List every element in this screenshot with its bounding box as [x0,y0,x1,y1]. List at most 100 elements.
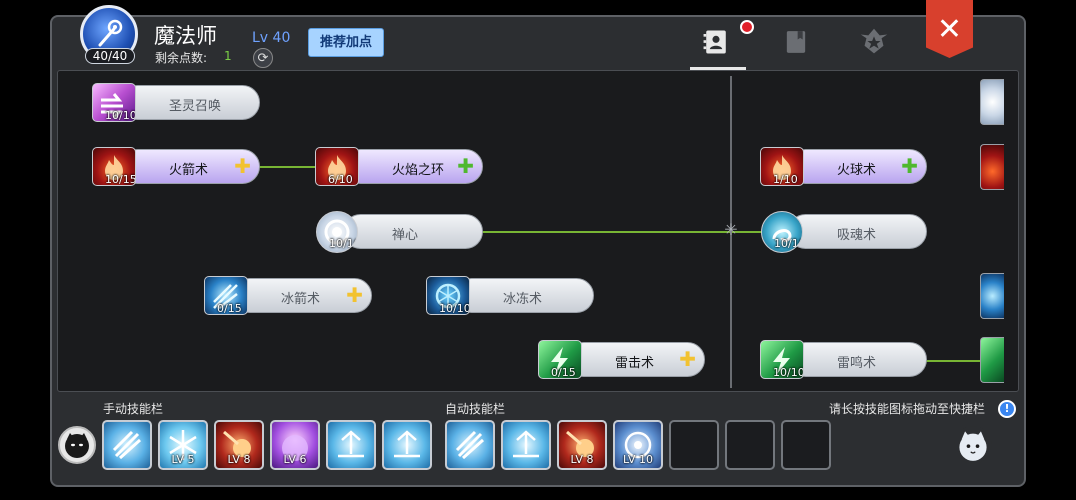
auto-slot-4[interactable]: LV 10 [613,420,663,470]
auto-slot-5[interactable] [669,420,719,470]
skill-node-ice-arrow[interactable]: 冰箭术 ✚ 0/15 [204,276,372,315]
add-point-plus-icon[interactable]: ✚ [346,285,363,305]
recommend-points-button[interactable]: 推荐加点 [308,28,384,57]
skill-node-soul-absorb[interactable]: 吸魂术 10/10 [760,211,927,253]
tab-skills[interactable] [698,24,734,60]
skill-name-bar[interactable]: 吸魂术 [788,214,927,249]
skill-link-line [925,360,981,362]
freeze-skill-icon[interactable]: 10/10 [426,276,470,315]
auto-slot-7[interactable] [781,420,831,470]
skill-level: 10/10 [105,109,136,122]
close-icon: ✕ [936,12,963,47]
water-fountain-icon [338,430,364,458]
manual-slot-3[interactable]: LV 8 [214,420,264,470]
add-point-plus-icon[interactable]: ✚ [457,156,474,176]
skill-name: 火箭术 [169,163,209,178]
skill-name: 冰冻术 [503,292,543,307]
skill-name: 雷鸣术 [837,356,877,371]
thunder-roar-skill-icon[interactable]: 10/10 [760,340,804,379]
skill-node-zen-mind[interactable]: 禅心 10/10 [315,211,483,253]
flame-ring-skill-icon[interactable]: 6/10 [315,147,359,186]
partial-skill-icon[interactable] [980,337,1004,383]
tab-book[interactable] [778,24,814,60]
fireball-skill-icon[interactable]: 1/10 [760,147,804,186]
slot-level: LV 8 [570,453,594,466]
water-fountain-icon [513,430,539,458]
skill-level: 1/10 [773,173,798,186]
slot-level: LV 6 [283,453,307,466]
skill-name-bar[interactable]: 圣灵召唤 [120,85,260,120]
thunder-strike-skill-icon[interactable]: 0/15 [538,340,582,379]
skill-node-thunder-roar[interactable]: 雷鸣术 10/10 [760,340,927,379]
skill-name: 雷击术 [615,356,655,371]
slot-level: LV 10 [623,453,653,466]
skill-screen: 40/40 魔法师 剩余点数: 1 Lv 40 ⟳ 推荐加点 ✕ ✳ 圣灵召唤 1… [0,0,1076,500]
holy-summon-skill-icon[interactable]: 10/10 [92,83,136,122]
skill-name: 圣灵召唤 [169,99,222,114]
skill-node-freeze[interactable]: 冰冻术 10/10 [426,276,594,315]
remaining-points-label: 剩余点数: [155,51,208,65]
skill-level: 0/15 [551,366,576,379]
skill-name-bar[interactable]: 冰箭术 ✚ [232,278,372,313]
partial-skill-icon[interactable] [980,79,1004,125]
remaining-points-value: 1 [224,49,232,63]
skill-name-bar[interactable]: 火焰之环 ✚ [343,149,483,184]
wind-blade-icon [455,430,485,460]
notification-dot [740,20,754,34]
skill-node-thunder-strike[interactable]: 雷击术 ✚ 0/15 [538,340,705,379]
skill-node-flame-ring[interactable]: 火焰之环 ✚ 6/10 [315,147,483,186]
drag-hint-text: 请长按技能图标拖动至快捷栏 [829,402,986,416]
reset-points-button[interactable]: ⟳ [253,48,273,68]
auto-slot-1[interactable] [445,420,495,470]
add-point-plus-icon[interactable]: ✚ [901,156,918,176]
soul-absorb-skill-icon[interactable]: 10/10 [761,211,803,253]
auto-slot-6[interactable] [725,420,775,470]
skill-name-bar[interactable]: 火球术 ✚ [788,149,927,184]
auto-slot-3[interactable]: LV 8 [557,420,607,470]
slot-level: LV 8 [227,453,251,466]
water-hands-icon [394,430,420,458]
info-icon[interactable]: ! [998,400,1016,418]
manual-bar-label: 手动技能栏 [103,402,164,416]
auto-mode-cat-icon[interactable] [954,426,992,464]
manual-slot-2[interactable]: LV 5 [158,420,208,470]
manual-slot-4[interactable]: LV 6 [270,420,320,470]
manual-slot-1[interactable] [102,420,152,470]
skill-name-bar[interactable]: 禅心 [343,214,483,249]
skill-level: 10/10 [774,237,803,250]
skill-level: 0/15 [217,302,242,315]
manual-mode-cat-icon[interactable] [58,426,96,464]
skill-link-line [258,166,318,168]
skill-name-bar[interactable]: 雷鸣术 [788,342,927,377]
manual-slot-5[interactable] [326,420,376,470]
bookmark-book-icon [786,31,806,53]
skill-name: 吸魂术 [837,228,877,243]
skill-name: 火焰之环 [392,163,445,178]
skill-node-holy-summon[interactable]: 圣灵召唤 10/10 [92,83,260,122]
tab-emblem[interactable] [856,24,892,60]
skill-node-fireball[interactable]: 火球术 ✚ 1/10 [760,147,927,186]
refresh-icon: ⟳ [257,50,269,66]
skill-name-bar[interactable]: 冰冻术 [454,278,594,313]
auto-slot-2[interactable] [501,420,551,470]
zen-mind-skill-icon[interactable]: 10/10 [316,211,358,253]
add-point-plus-icon[interactable]: ✚ [679,349,696,369]
auto-bar-label: 自动技能栏 [445,402,506,416]
emblem-icon [860,28,888,54]
skill-level: 10/10 [329,237,358,250]
character-name: 魔法师 [154,24,217,48]
manual-slot-6[interactable] [382,420,432,470]
skill-name-bar[interactable]: 雷击术 ✚ [566,342,705,377]
divider-star-icon: ✳ [724,220,738,239]
partial-skill-icon[interactable] [980,273,1004,319]
partial-skill-icon[interactable] [980,144,1004,190]
add-point-plus-icon[interactable]: ✚ [234,156,251,176]
fire-arrow-skill-icon[interactable]: 10/15 [92,147,136,186]
skill-node-fire-arrow[interactable]: 火箭术 ✚ 10/15 [92,147,260,186]
skill-level: 6/10 [328,173,353,186]
skill-name-bar[interactable]: 火箭术 ✚ [120,149,260,184]
close-button[interactable]: ✕ [926,0,973,58]
ice-arrow-skill-icon[interactable]: 0/15 [204,276,248,315]
hp-badge: 40/40 [85,48,135,64]
slot-level: LV 5 [171,453,195,466]
